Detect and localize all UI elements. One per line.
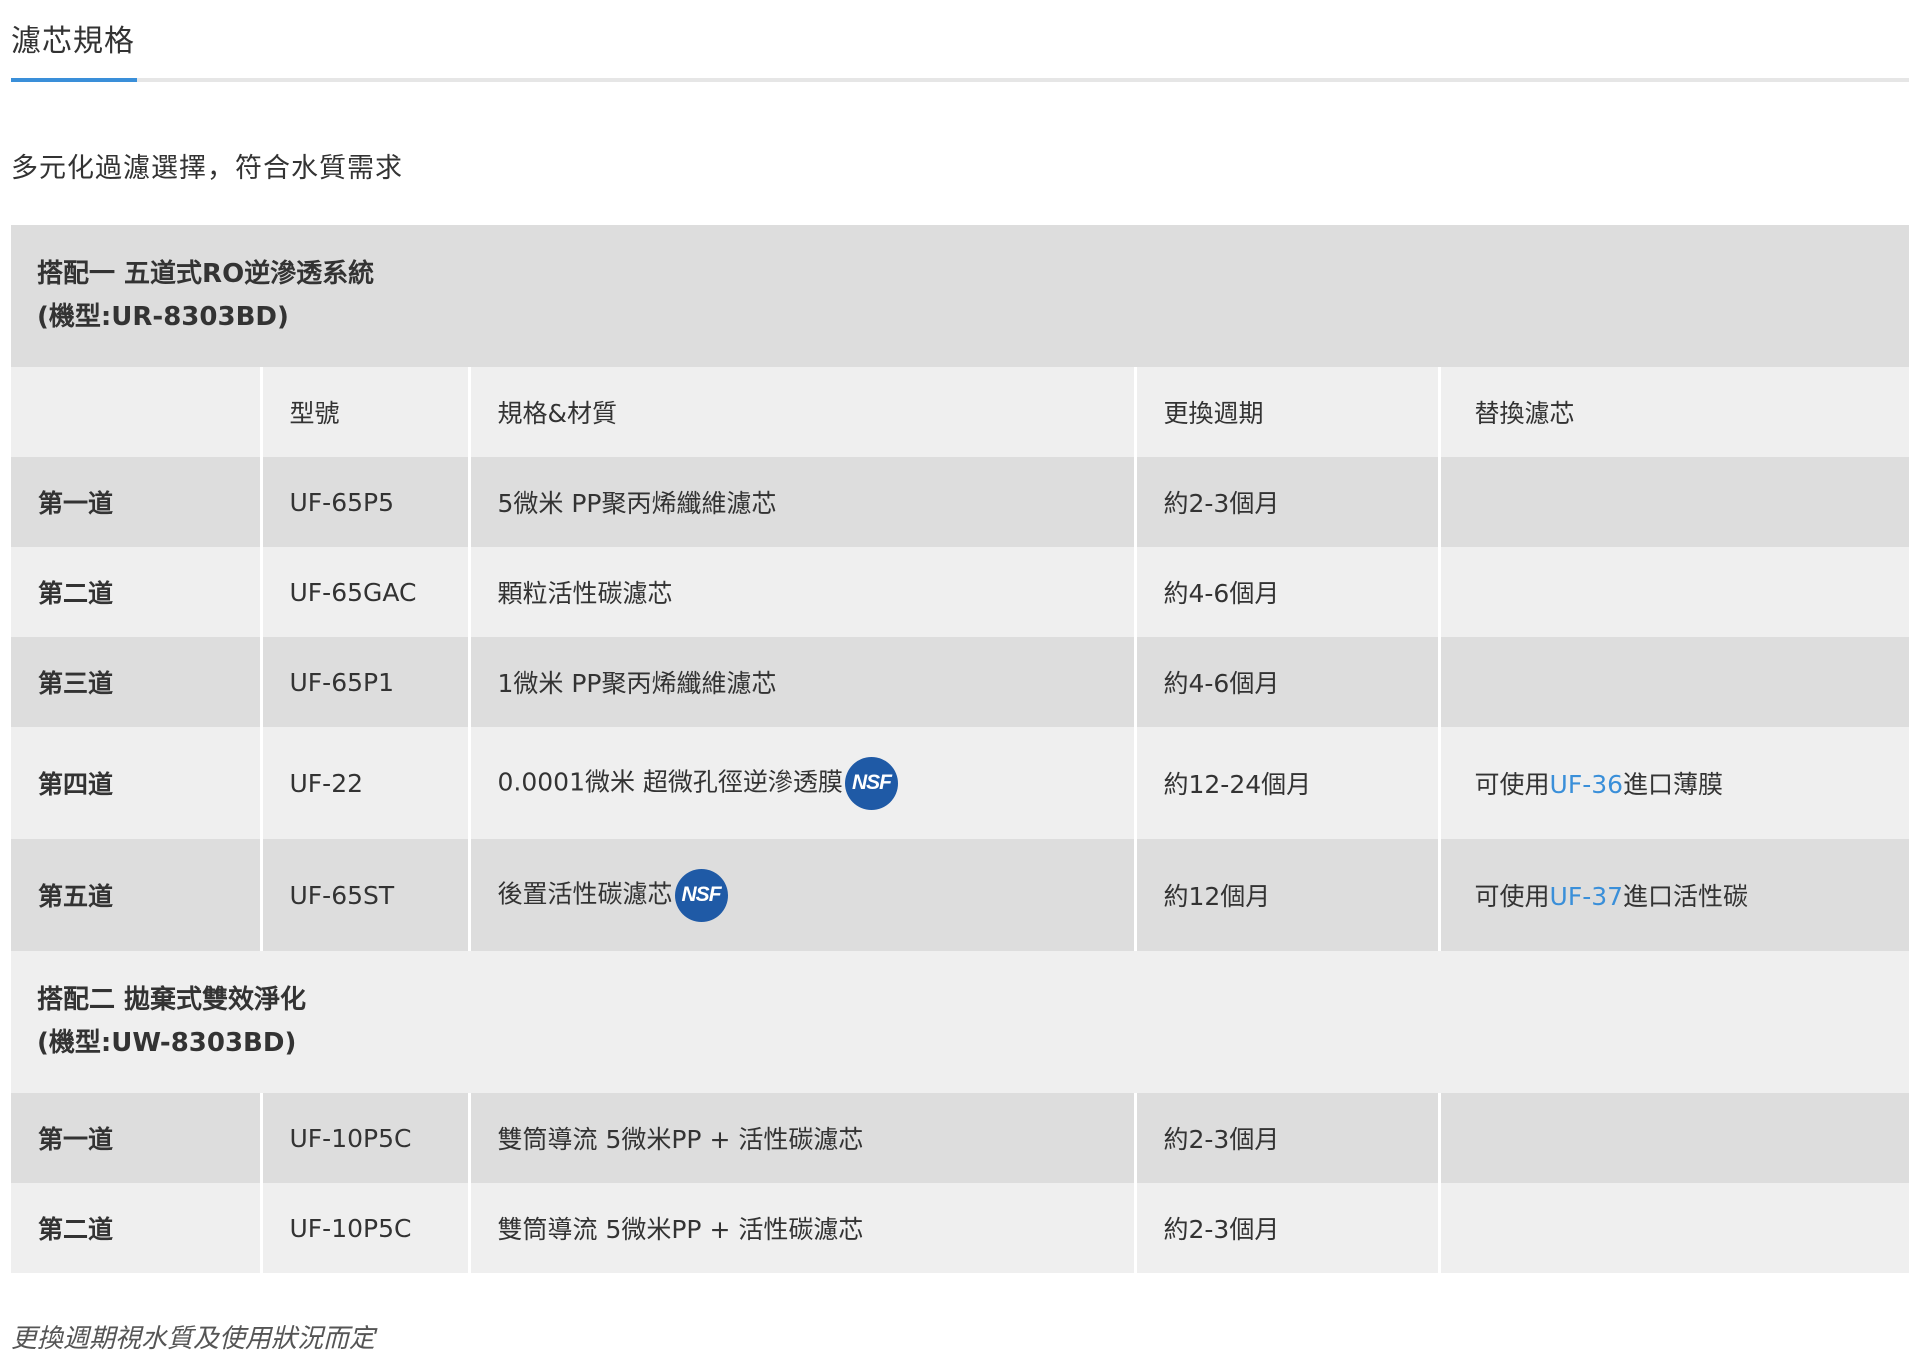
model-link[interactable]: UF-10P5C: [261, 1183, 471, 1273]
system-2-title: 搭配二 拋棄式雙效淨化: [37, 985, 307, 1015]
replacement-cell: 可使用UF-37進口活性碳: [1439, 839, 1910, 951]
spec-text: 1微米 PP聚丙烯纖維濾芯: [469, 637, 1137, 727]
cycle-text: 約2-3個月: [1135, 457, 1441, 547]
system-2-model: (機型:UW-8303BD): [37, 1028, 297, 1058]
spec-text: 雙筒導流 5微米PP + 活性碳濾芯: [469, 1183, 1137, 1273]
replacement-link[interactable]: UF-36: [1550, 770, 1624, 799]
spec-text: 雙筒導流 5微米PP + 活性碳濾芯: [469, 1093, 1137, 1183]
replacement-cell: [1439, 637, 1910, 727]
spec-text: 0.0001微米 超微孔徑逆滲透膜: [497, 767, 843, 796]
replacement-suffix: 進口薄膜: [1623, 770, 1724, 799]
replacement-link[interactable]: UF-37: [1550, 882, 1624, 911]
stage-label: 第四道: [11, 727, 263, 839]
system-2-header: 搭配二 拋棄式雙效淨化 (機型:UW-8303BD): [11, 951, 1910, 1093]
replacement-cell: [1439, 1093, 1910, 1183]
model-link[interactable]: UF-10P5C: [261, 1093, 471, 1183]
spec-text: 顆粒活性碳濾芯: [469, 547, 1137, 637]
table-row: 第一道 UF-10P5C 雙筒導流 5微米PP + 活性碳濾芯 約2-3個月: [11, 1093, 1910, 1183]
table-row: 第二道 UF-65GAC 顆粒活性碳濾芯 約4-6個月: [11, 547, 1910, 637]
tab-filter-specs[interactable]: 濾芯規格: [11, 16, 135, 60]
cycle-text: 約2-3個月: [1135, 1093, 1441, 1183]
table-row: 第三道 UF-65P1 1微米 PP聚丙烯纖維濾芯 約4-6個月: [11, 637, 1910, 727]
replacement-cell: [1439, 1183, 1910, 1273]
table-row: 第一道 UF-65P5 5微米 PP聚丙烯纖維濾芯 約2-3個月: [11, 457, 1910, 547]
model-link[interactable]: UF-65GAC: [261, 547, 471, 637]
stage-label: 第一道: [11, 457, 263, 547]
spec-text: 後置活性碳濾芯: [497, 879, 673, 908]
cycle-text: 約4-6個月: [1135, 547, 1441, 637]
replacement-cell: 可使用UF-36進口薄膜: [1439, 727, 1910, 839]
stage-label: 第二道: [11, 1183, 263, 1273]
cycle-text: 約4-6個月: [1135, 637, 1441, 727]
column-header-model: 型號: [261, 367, 471, 457]
page: 濾芯規格 多元化過濾選擇，符合水質需求 搭配一 五道式RO逆滲透系統 (機型:U…: [0, 0, 1920, 1372]
tab-active-indicator: [11, 78, 137, 82]
table-row: 第四道 UF-22 0.0001微米 超微孔徑逆滲透膜 NSF 約12-24個月 …: [11, 727, 1910, 839]
replacement-cell: [1439, 457, 1910, 547]
model-link[interactable]: UF-65ST: [261, 839, 471, 951]
column-header-spec: 規格&材質: [469, 367, 1137, 457]
replacement-prefix: 可使用: [1474, 882, 1550, 911]
stage-label: 第三道: [11, 637, 263, 727]
cycle-text: 約12個月: [1135, 839, 1441, 951]
system-1-model: (機型:UR-8303BD): [37, 302, 289, 332]
cycle-text: 約2-3個月: [1135, 1183, 1441, 1273]
replacement-prefix: 可使用: [1474, 770, 1550, 799]
nsf-certified-icon: NSF: [674, 868, 728, 922]
model-link[interactable]: UF-65P1: [261, 637, 471, 727]
tab-bar: 濾芯規格: [11, 0, 1909, 82]
replacement-suffix: 進口活性碳: [1623, 882, 1749, 911]
spec-text: 5微米 PP聚丙烯纖維濾芯: [469, 457, 1137, 547]
column-header-row: 型號 規格&材質 更換週期 替換濾芯: [11, 367, 1910, 457]
filter-spec-table: 搭配一 五道式RO逆滲透系統 (機型:UR-8303BD) 型號 規格&材質 更…: [11, 225, 1910, 1273]
spec-cell: 0.0001微米 超微孔徑逆滲透膜 NSF: [469, 727, 1137, 839]
column-header-stage: [11, 367, 263, 457]
section-subtitle: 多元化過濾選擇，符合水質需求: [11, 153, 403, 184]
cycle-text: 約12-24個月: [1135, 727, 1441, 839]
model-link[interactable]: UF-22: [261, 727, 471, 839]
column-header-cycle: 更換週期: [1135, 367, 1441, 457]
stage-label: 第一道: [11, 1093, 263, 1183]
footnote: 更換週期視水質及使用狀況而定: [11, 1324, 376, 1354]
table-row: 第二道 UF-10P5C 雙筒導流 5微米PP + 活性碳濾芯 約2-3個月: [11, 1183, 1910, 1273]
spec-cell: 後置活性碳濾芯 NSF: [469, 839, 1137, 951]
column-header-replacement: 替換濾芯: [1439, 367, 1910, 457]
stage-label: 第二道: [11, 547, 263, 637]
replacement-cell: [1439, 547, 1910, 637]
stage-label: 第五道: [11, 839, 263, 951]
nsf-certified-icon: NSF: [844, 756, 898, 810]
table-row: 第五道 UF-65ST 後置活性碳濾芯 NSF 約12個月 可使用UF-37進口活…: [11, 839, 1910, 951]
system-1-title: 搭配一 五道式RO逆滲透系統: [37, 259, 375, 289]
model-link[interactable]: UF-65P5: [261, 457, 471, 547]
system-1-header: 搭配一 五道式RO逆滲透系統 (機型:UR-8303BD): [11, 225, 1910, 367]
